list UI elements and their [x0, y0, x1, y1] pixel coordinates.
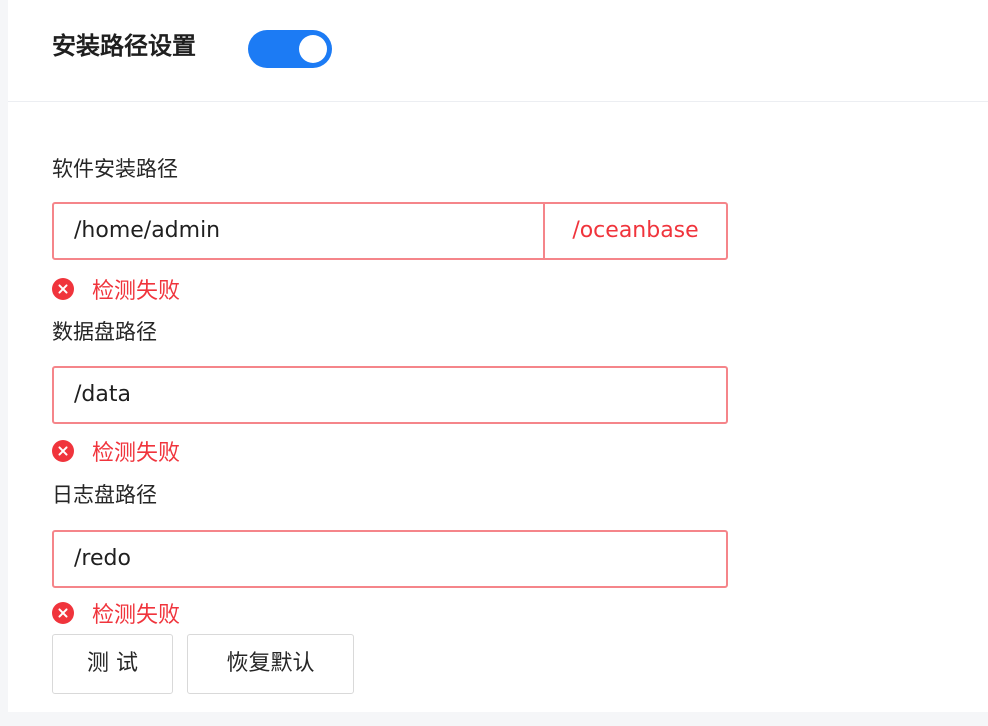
software-path-input[interactable]: /home/admin /oceanbase: [52, 202, 728, 260]
log-path-error: 检测失败: [52, 598, 180, 628]
toggle-knob: [299, 35, 327, 63]
software-path-error: 检测失败: [52, 274, 180, 304]
install-path-card: 安装路径设置 软件安装路径 /home/admin /oceanbase 检测失…: [8, 0, 988, 712]
software-path-suffix: /oceanbase: [543, 204, 726, 258]
error-icon: [52, 278, 74, 300]
software-path-error-text: 检测失败: [92, 279, 181, 304]
section-header: 安装路径设置: [8, 0, 988, 102]
error-icon: [52, 602, 74, 624]
software-path-value[interactable]: /home/admin: [54, 204, 543, 258]
data-path-value[interactable]: /data: [54, 368, 726, 422]
data-path-input[interactable]: /data: [52, 366, 728, 424]
install-path-toggle[interactable]: [248, 30, 332, 68]
log-path-input[interactable]: /redo: [52, 530, 728, 588]
data-path-label: 数据盘路径: [52, 320, 157, 344]
section-title: 安装路径设置: [52, 32, 196, 60]
test-button[interactable]: 测 试: [52, 634, 173, 694]
log-path-label: 日志盘路径: [52, 483, 157, 507]
data-path-error-text: 检测失败: [92, 441, 181, 466]
data-path-error: 检测失败: [52, 436, 180, 466]
log-path-error-text: 检测失败: [92, 603, 181, 628]
reset-default-button[interactable]: 恢复默认: [187, 634, 354, 694]
software-path-label: 软件安装路径: [52, 157, 178, 181]
error-icon: [52, 440, 74, 462]
log-path-value[interactable]: /redo: [54, 532, 726, 586]
